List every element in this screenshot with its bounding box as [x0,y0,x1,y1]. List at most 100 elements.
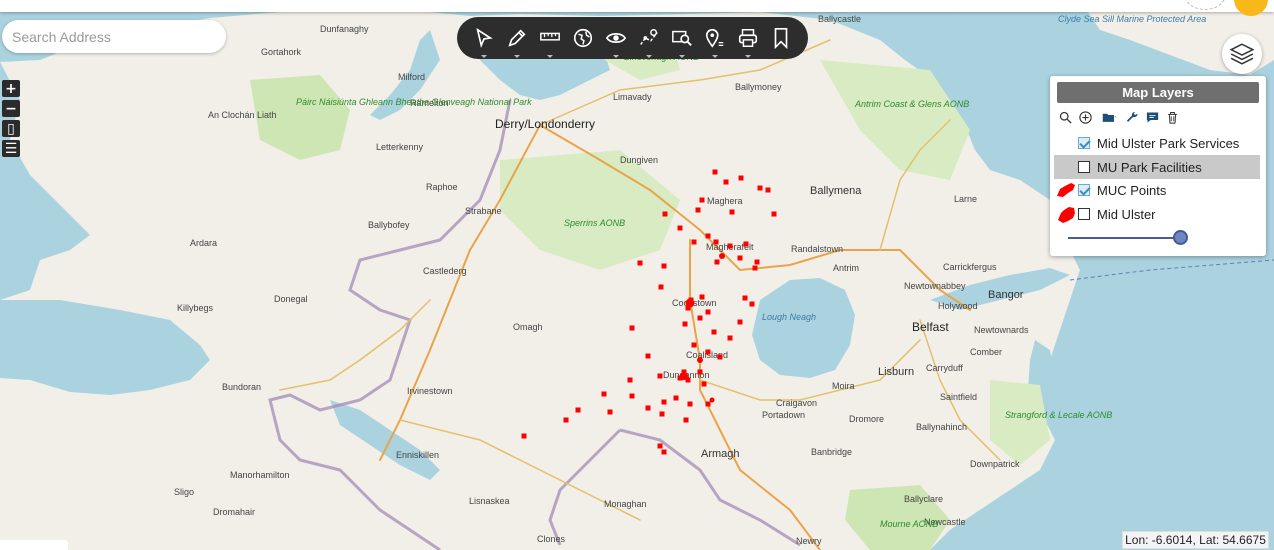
map-app: { "search": {"placeholder": "Search Addr… [0,0,1274,550]
muc-point-marker[interactable] [765,187,771,193]
muc-point-marker[interactable] [701,381,707,387]
layers-toggle-button[interactable] [1222,34,1262,74]
search-input[interactable] [2,20,226,53]
muc-point-marker[interactable] [662,211,668,217]
muc-point-cluster[interactable] [685,298,695,308]
muc-point-marker[interactable] [727,243,733,249]
query-tool-button[interactable] [668,24,696,58]
muc-point-marker[interactable] [711,329,717,335]
muc-point-marker[interactable] [771,211,777,217]
place-donegal: Donegal [274,294,308,304]
print-tool-button[interactable] [734,24,762,58]
muc-point-marker[interactable] [575,407,581,413]
muc-point-marker[interactable] [705,401,711,407]
muc-point-marker[interactable] [661,399,667,405]
muc-point-marker[interactable] [749,301,755,307]
muc-point-marker[interactable] [637,260,643,266]
muc-point-marker[interactable] [691,239,697,245]
muc-point-marker[interactable] [521,433,527,439]
layer-checkbox[interactable] [1078,161,1090,173]
muc-point-marker[interactable] [705,349,711,355]
bookmark-tool-button[interactable] [767,24,795,52]
muc-point-marker[interactable] [723,179,729,185]
muc-point-marker[interactable] [695,207,701,213]
muc-point-marker[interactable] [601,391,607,397]
wrench-icon[interactable] [1125,110,1140,125]
layer-row-muc-points[interactable]: MUC Points [1054,178,1260,202]
place-holywood: Holywood [938,301,978,311]
muc-point-marker[interactable] [659,411,665,417]
muc-point-marker[interactable] [737,319,743,325]
muc-point-marker[interactable] [563,417,569,423]
muc-point-marker[interactable] [742,295,748,301]
muc-point-marker[interactable] [627,377,633,383]
muc-point-marker[interactable] [682,321,688,327]
muc-point-marker[interactable] [645,405,651,411]
muc-point-marker[interactable] [697,369,703,375]
search-icon[interactable] [1058,110,1073,125]
muc-point-marker[interactable] [699,294,705,300]
layer-swatch-icon [1054,204,1078,224]
muc-point-marker[interactable] [754,259,760,265]
basemap-tool-button[interactable] [569,24,597,52]
map-toolbar [457,17,808,59]
layer-row-mu-park-facilities[interactable]: MU Park Facilities [1054,155,1260,179]
muc-point-marker[interactable] [629,393,635,399]
zoom-in-button[interactable]: + [2,80,20,97]
zoom-out-button[interactable]: − [2,100,20,117]
muc-point-marker[interactable] [717,354,723,360]
opacity-slider-handle[interactable] [1172,230,1188,245]
layer-checkbox[interactable] [1078,137,1090,149]
layer-checkbox[interactable] [1078,208,1090,220]
muc-point-marker[interactable] [661,449,667,455]
muc-point-marker[interactable] [691,342,697,348]
muc-point-cluster[interactable] [697,357,703,363]
layer-checkbox[interactable] [1078,184,1090,196]
muc-point-marker[interactable] [687,401,693,407]
folder-icon[interactable] [1098,110,1120,125]
view-tool-button[interactable] [602,24,630,58]
route-tool-button[interactable] [635,24,663,58]
muc-point-cluster[interactable] [719,253,725,259]
place-clyde-sea: Clyde Sea Sill Marine Protected Area [1058,14,1206,24]
comment-icon[interactable] [1145,110,1160,125]
layer-row-mid-ulster-park-services[interactable]: Mid Ulster Park Services [1054,131,1260,155]
muc-point-marker[interactable] [729,209,735,215]
measure-tool-button[interactable] [536,24,564,58]
muc-point-marker[interactable] [714,259,720,265]
opacity-slider-track[interactable] [1068,237,1180,239]
layer-row-mid-ulster[interactable]: Mid Ulster [1054,202,1260,226]
place-carrickfergus: Carrickfergus [943,262,997,272]
muc-point-marker[interactable] [727,335,733,341]
location-tool-button[interactable] [701,24,729,58]
add-icon[interactable] [1078,110,1093,125]
muc-point-cluster[interactable] [680,372,688,380]
draw-tool-button[interactable] [503,24,531,58]
muc-point-marker[interactable] [661,263,667,269]
full-extent-button[interactable]: ▯ [2,120,20,137]
muc-point-marker[interactable] [645,353,651,359]
muc-point-marker[interactable] [705,309,711,315]
muc-point-marker[interactable] [657,373,663,379]
muc-point-marker[interactable] [697,315,703,321]
muc-point-marker[interactable] [607,409,613,415]
muc-point-marker[interactable] [705,233,711,239]
muc-point-marker[interactable] [737,255,743,261]
muc-point-marker[interactable] [699,197,705,203]
muc-point-marker[interactable] [683,417,689,423]
muc-point-marker[interactable] [677,225,683,231]
select-tool-button[interactable] [470,24,498,58]
muc-point-marker[interactable] [629,325,635,331]
muc-point-marker[interactable] [673,395,679,401]
muc-point-marker[interactable] [712,169,718,175]
muc-point-cluster[interactable] [709,397,715,403]
muc-point-marker[interactable] [657,443,663,449]
trash-icon[interactable] [1165,110,1180,125]
muc-point-marker[interactable] [738,175,744,181]
muc-point-marker[interactable] [713,239,719,245]
muc-point-marker[interactable] [743,241,749,247]
muc-point-marker[interactable] [658,284,664,290]
legend-button[interactable]: ☰ [2,140,20,157]
muc-point-marker[interactable] [757,185,763,191]
muc-point-marker[interactable] [752,265,758,271]
